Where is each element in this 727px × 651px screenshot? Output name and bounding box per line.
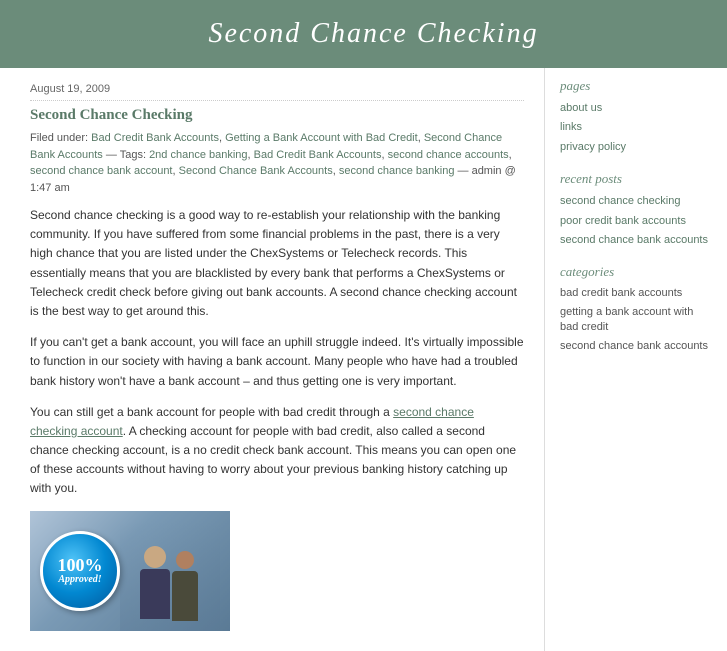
person-2 [165, 541, 205, 631]
sidebar-recent: recent posts second chance checking poor… [560, 171, 712, 248]
person-2-head [176, 551, 194, 569]
post-date: August 19, 2009 [30, 83, 524, 101]
list-item: second chance bank accounts [560, 339, 712, 354]
category-second-chance: second chance bank accounts [560, 339, 712, 354]
person-1-head [144, 546, 166, 568]
tags-label: Tags: [120, 149, 146, 161]
site-header: Second Chance Checking [0, 0, 727, 68]
second-chance-link[interactable]: second chance checking account [30, 405, 474, 438]
pages-title: pages [560, 78, 712, 94]
sidebar-categories: categories bad credit bank accounts gett… [560, 264, 712, 354]
post-image: 100% Approved! [30, 511, 230, 631]
post-title: Second Chance Checking [30, 107, 524, 124]
recent-second-chance-checking[interactable]: second chance checking [560, 195, 680, 207]
sidebar: pages about us links privacy policy rece… [545, 68, 727, 651]
categories-title: categories [560, 264, 712, 280]
tag-bad-credit-2[interactable]: Bad Credit Bank Accounts [254, 149, 382, 161]
category-bad-credit: bad credit bank accounts [560, 286, 712, 301]
tag-getting-bank-account[interactable]: Getting a Bank Account with Bad Credit [225, 132, 418, 144]
post-content: Second chance checking is a good way to … [30, 206, 524, 499]
badge-word: Approved! [58, 574, 101, 585]
tag-second-chance-banking[interactable]: second chance banking [339, 165, 455, 177]
filed-under-label: Filed under: [30, 132, 88, 144]
list-item: second chance checking [560, 193, 712, 209]
main-content: August 19, 2009 Second Chance Checking F… [0, 68, 545, 651]
post-meta: Filed under: Bad Credit Bank Accounts, G… [30, 130, 524, 196]
list-item: getting a bank account with bad credit [560, 305, 712, 336]
paragraph-1: Second chance checking is a good way to … [30, 206, 524, 321]
approved-badge: 100% Approved! [40, 531, 120, 611]
recent-poor-credit[interactable]: poor credit bank accounts [560, 215, 686, 227]
list-item: second chance bank accounts [560, 232, 712, 248]
list-item: bad credit bank accounts [560, 286, 712, 301]
sidebar-pages: pages about us links privacy policy [560, 78, 712, 155]
tag-second-chance-bank-accounts-2[interactable]: Second Chance Bank Accounts [179, 165, 333, 177]
badge-percent: 100% [58, 556, 103, 574]
tag-second-chance-accounts[interactable]: second chance accounts [388, 149, 509, 161]
person-2-body [172, 571, 198, 621]
site-title: Second Chance Checking [40, 18, 707, 50]
recent-title: recent posts [560, 171, 712, 187]
list-item: links [560, 119, 712, 135]
recent-second-chance-bank[interactable]: second chance bank accounts [560, 234, 708, 246]
paragraph-3: You can still get a bank account for peo… [30, 403, 524, 499]
page-links[interactable]: links [560, 121, 582, 133]
categories-list: bad credit bank accounts getting a bank … [560, 286, 712, 354]
list-item: about us [560, 100, 712, 116]
recent-list: second chance checking poor credit bank … [560, 193, 712, 248]
pages-list: about us links privacy policy [560, 100, 712, 155]
tag-bad-credit-bank-accounts[interactable]: Bad Credit Bank Accounts [91, 132, 219, 144]
category-getting-account: getting a bank account with bad credit [560, 305, 712, 336]
page-privacy-policy[interactable]: privacy policy [560, 141, 626, 153]
page-about-us[interactable]: about us [560, 102, 602, 114]
tag-second-chance-bank-account[interactable]: second chance bank account [30, 165, 173, 177]
paragraph-2: If you can't get a bank account, you wil… [30, 333, 524, 391]
list-item: poor credit bank accounts [560, 213, 712, 229]
tag-2nd-chance[interactable]: 2nd chance banking [149, 149, 247, 161]
people-image [120, 521, 220, 631]
list-item: privacy policy [560, 139, 712, 155]
